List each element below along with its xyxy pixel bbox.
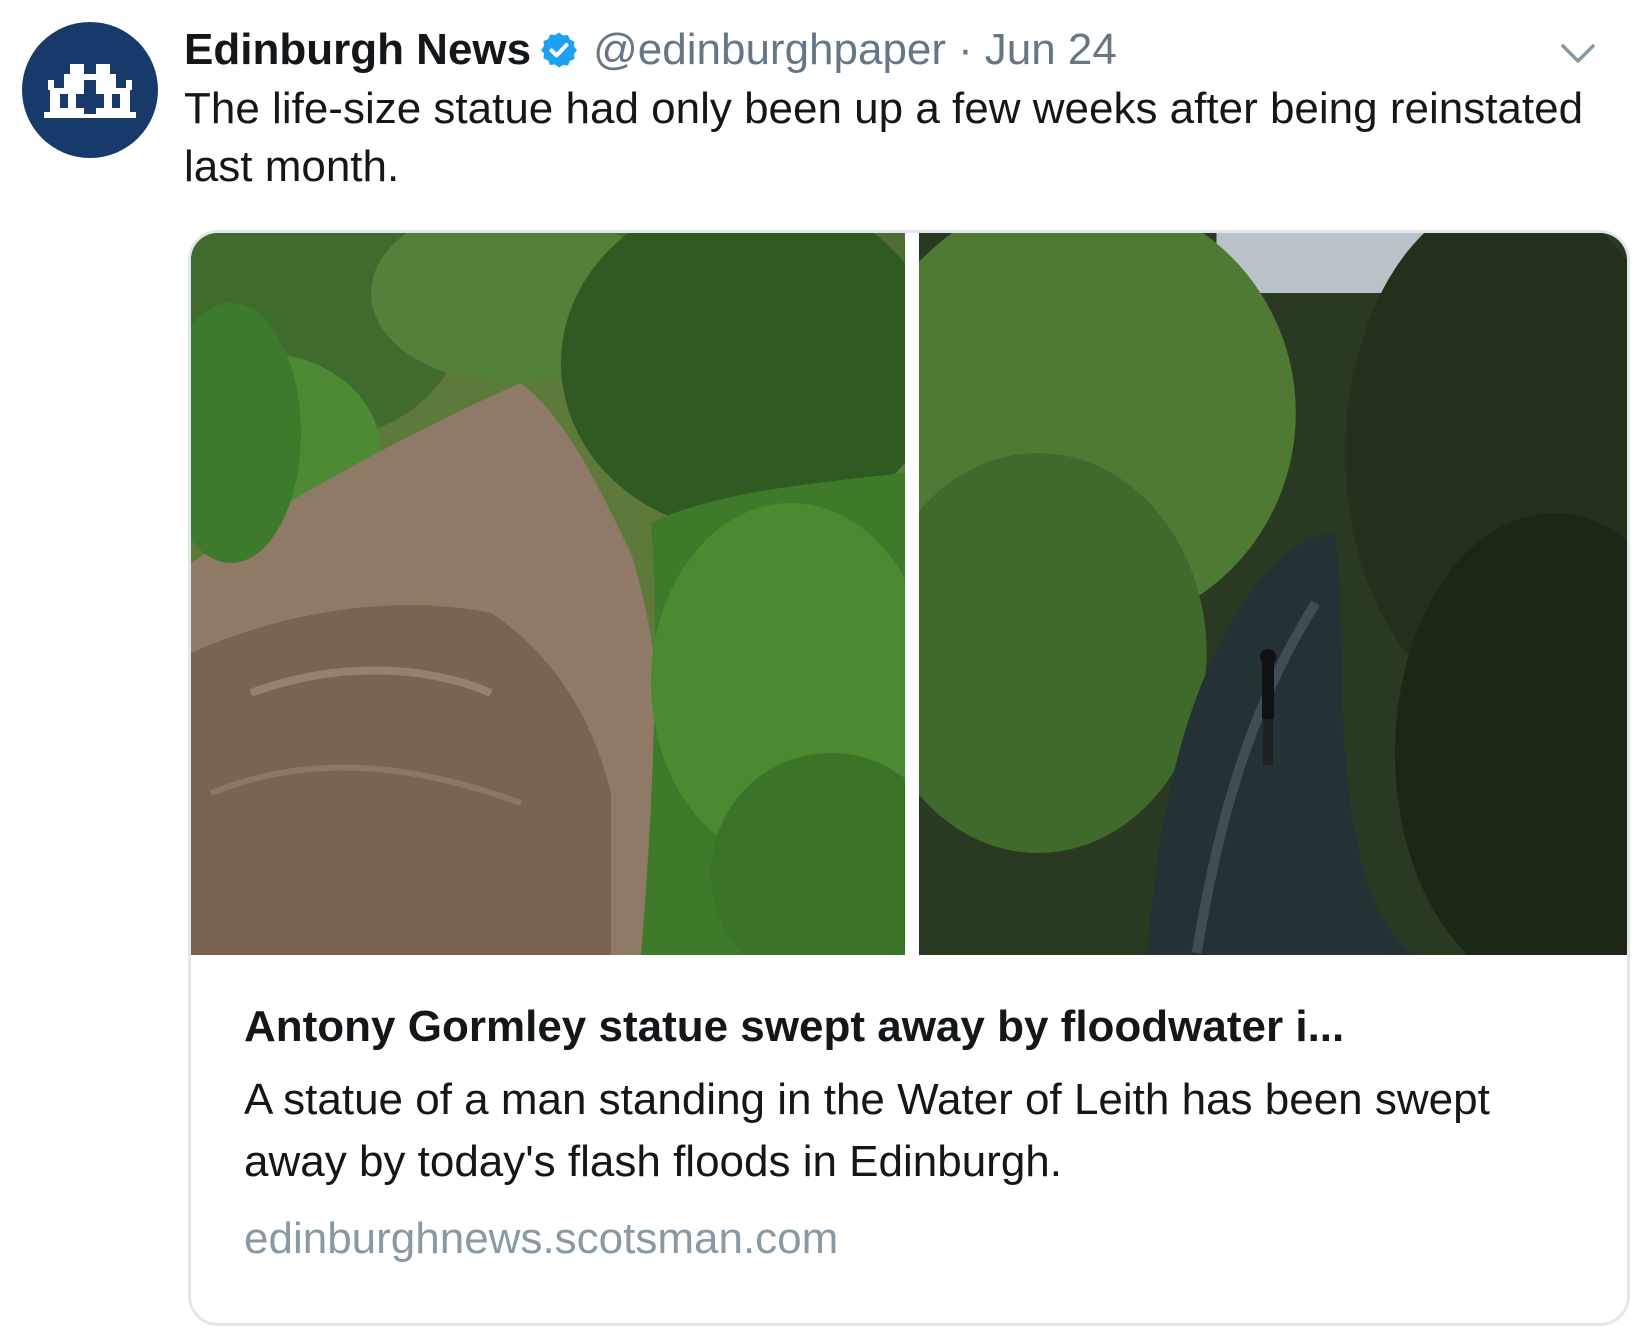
verified-badge-icon [539,30,579,70]
avatar[interactable] [22,22,158,158]
card-domain[interactable]: edinburghnews.scotsman.com [244,1211,1587,1267]
card-body[interactable]: Antony Gormley statue swept away by floo… [244,999,1587,1267]
separator-dot: · [958,25,973,74]
tweet-text: The life-size statue had only been up a … [184,84,1584,191]
tweet-header: Edinburgh News @edinburghpaper · Jun 24 [184,22,1600,78]
chevron-down-icon[interactable] [1556,32,1600,76]
card-description: A statue of a man standing in the Water … [244,1075,1490,1186]
castle-logo-icon [44,64,136,118]
statue-river-photo [919,233,1627,955]
flooded-river-photo [191,233,905,955]
account-handle[interactable]: @edinburghpaper [593,22,946,78]
account-name[interactable]: Edinburgh News [184,22,531,78]
link-card[interactable]: Antony Gormley statue swept away by floo… [188,230,1630,1326]
card-title[interactable]: Antony Gormley statue swept away by floo… [244,999,1587,1055]
card-media[interactable] [191,233,1627,955]
tweet-date[interactable]: Jun 24 [985,22,1117,78]
